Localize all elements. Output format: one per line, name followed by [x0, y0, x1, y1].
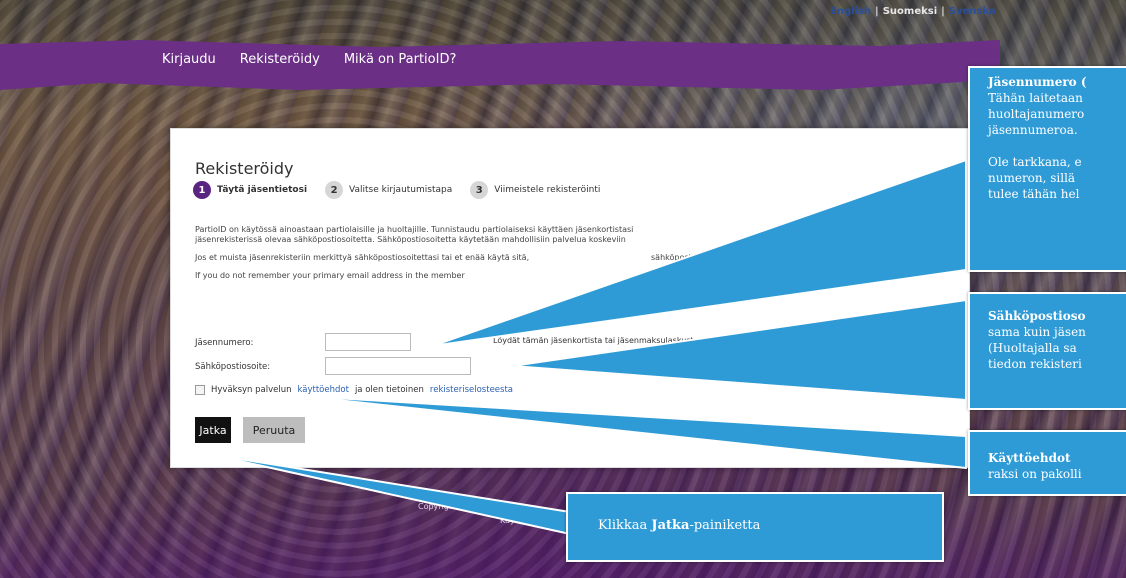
- callout-member-line4: Ole tarkkana, e: [988, 155, 1082, 169]
- language-swedish-link[interactable]: Svenska: [949, 6, 996, 17]
- nav-banner: [0, 40, 1000, 90]
- step-1-label: Täytä jäsentietosi: [217, 185, 308, 195]
- terms-row: Hyväksyn palvelun käyttöehdot ja olen ti…: [195, 385, 513, 395]
- step-3-label: Viimeistele rekisteröinti: [494, 185, 601, 195]
- nav-register-link[interactable]: Rekisteröidy: [240, 52, 320, 67]
- nav-login-link[interactable]: Kirjaudu: [162, 52, 216, 67]
- callout-member-number: Jäsennumero ( Tähän laitetaan huoltajanu…: [968, 66, 1126, 272]
- step-2-label: Valitse kirjautumistapa: [349, 185, 453, 195]
- callout-terms-line1: raksi on pakolli: [988, 467, 1082, 481]
- main-nav: Kirjaudu Rekisteröidy Mikä on PartioID?: [162, 52, 456, 67]
- callout-member-line2: huoltajanumero: [988, 107, 1085, 121]
- language-bar: English | Suomeksi | Svenska: [830, 6, 996, 17]
- callout-terms-title: Käyttöehdot: [988, 451, 1071, 465]
- nav-about-link[interactable]: Mikä on PartioID?: [344, 52, 457, 67]
- callout-email-line2: (Huoltajalla sa: [988, 341, 1077, 355]
- intro-text-2: jäsenrekisterissä olevaa sähköpostiosoit…: [195, 235, 626, 244]
- page-title: Rekisteröidy: [195, 159, 294, 178]
- callout-member-line1: Tähän laitetaan: [988, 91, 1083, 105]
- registration-panel: Rekisteröidy 1 Täytä jäsentietosi 2 Vali…: [170, 128, 970, 468]
- terms-text-mid: ja olen tietoinen: [354, 385, 424, 395]
- language-english-link[interactable]: English: [830, 6, 871, 17]
- privacy-link[interactable]: rekisteriselosteesta: [430, 385, 513, 395]
- callout-email-line1: sama kuin jäsen: [988, 325, 1086, 339]
- step-3-number: 3: [470, 181, 489, 199]
- callout-terms: Käyttöehdot raksi on pakolli: [968, 430, 1126, 496]
- footer-copyright: Copyright: [418, 502, 458, 511]
- step-1-number: 1: [193, 181, 211, 199]
- language-separator: |: [875, 6, 879, 17]
- continue-button[interactable]: Jatka: [195, 417, 231, 443]
- callout-member-line6: tulee tähän hel: [988, 187, 1080, 201]
- terms-link[interactable]: käyttöehdot: [298, 385, 349, 395]
- language-separator: |: [941, 6, 945, 17]
- intro-text-4b: cannot access it, please contact the mem…: [645, 271, 918, 280]
- callout-continue-text: Klikkaa Jatka-painiketta: [598, 518, 942, 534]
- member-number-input[interactable]: [325, 333, 411, 351]
- callout-continue: Klikkaa Jatka-painiketta: [566, 492, 944, 562]
- language-finnish-current: Suomeksi: [882, 6, 938, 17]
- callout-email-title: Sähköpostioso: [988, 309, 1086, 323]
- step-indicator: 1 Täytä jäsentietosi 2 Valitse kirjautum…: [193, 181, 612, 199]
- callout-member-line5: numeron, sillä: [988, 171, 1076, 185]
- intro-text-1: PartioID on käytössä ainoastaan partiola…: [195, 225, 634, 234]
- terms-text-pre: Hyväksyn palvelun: [211, 385, 292, 395]
- callout-email-line3: tiedon rekisteri: [988, 357, 1082, 371]
- member-number-help: Löydät tämän jäsenkortista tai jäsenmaks…: [493, 336, 699, 345]
- step-2-number: 2: [325, 181, 344, 199]
- footer-terms-link[interactable]: Käyttöehdot: [500, 516, 549, 525]
- email-input[interactable]: [325, 357, 471, 375]
- intro-text-3b: sähköpostiosoitettasi jäsenrekisterinhoi…: [651, 253, 838, 262]
- email-label: Sähköpostiosoite:: [195, 362, 271, 372]
- intro-text-3: Jos et muista jäsenrekisteriin merkittyä…: [195, 253, 530, 262]
- intro-text-4: If you do not remember your primary emai…: [195, 271, 465, 280]
- callout-email: Sähköpostioso sama kuin jäsen (Huoltajal…: [968, 292, 1126, 410]
- callout-continue-pre: Klikkaa: [598, 518, 652, 533]
- callout-continue-bold: Jatka: [651, 518, 690, 533]
- terms-checkbox[interactable]: [195, 385, 205, 395]
- callout-member-title: Jäsennumero (: [988, 75, 1087, 89]
- callout-member-line3: jäsennumeroa.: [988, 123, 1078, 137]
- callout-continue-post: -painiketta: [689, 518, 761, 533]
- member-number-label: Jäsennumero:: [195, 338, 254, 348]
- cancel-button[interactable]: Peruuta: [243, 417, 305, 443]
